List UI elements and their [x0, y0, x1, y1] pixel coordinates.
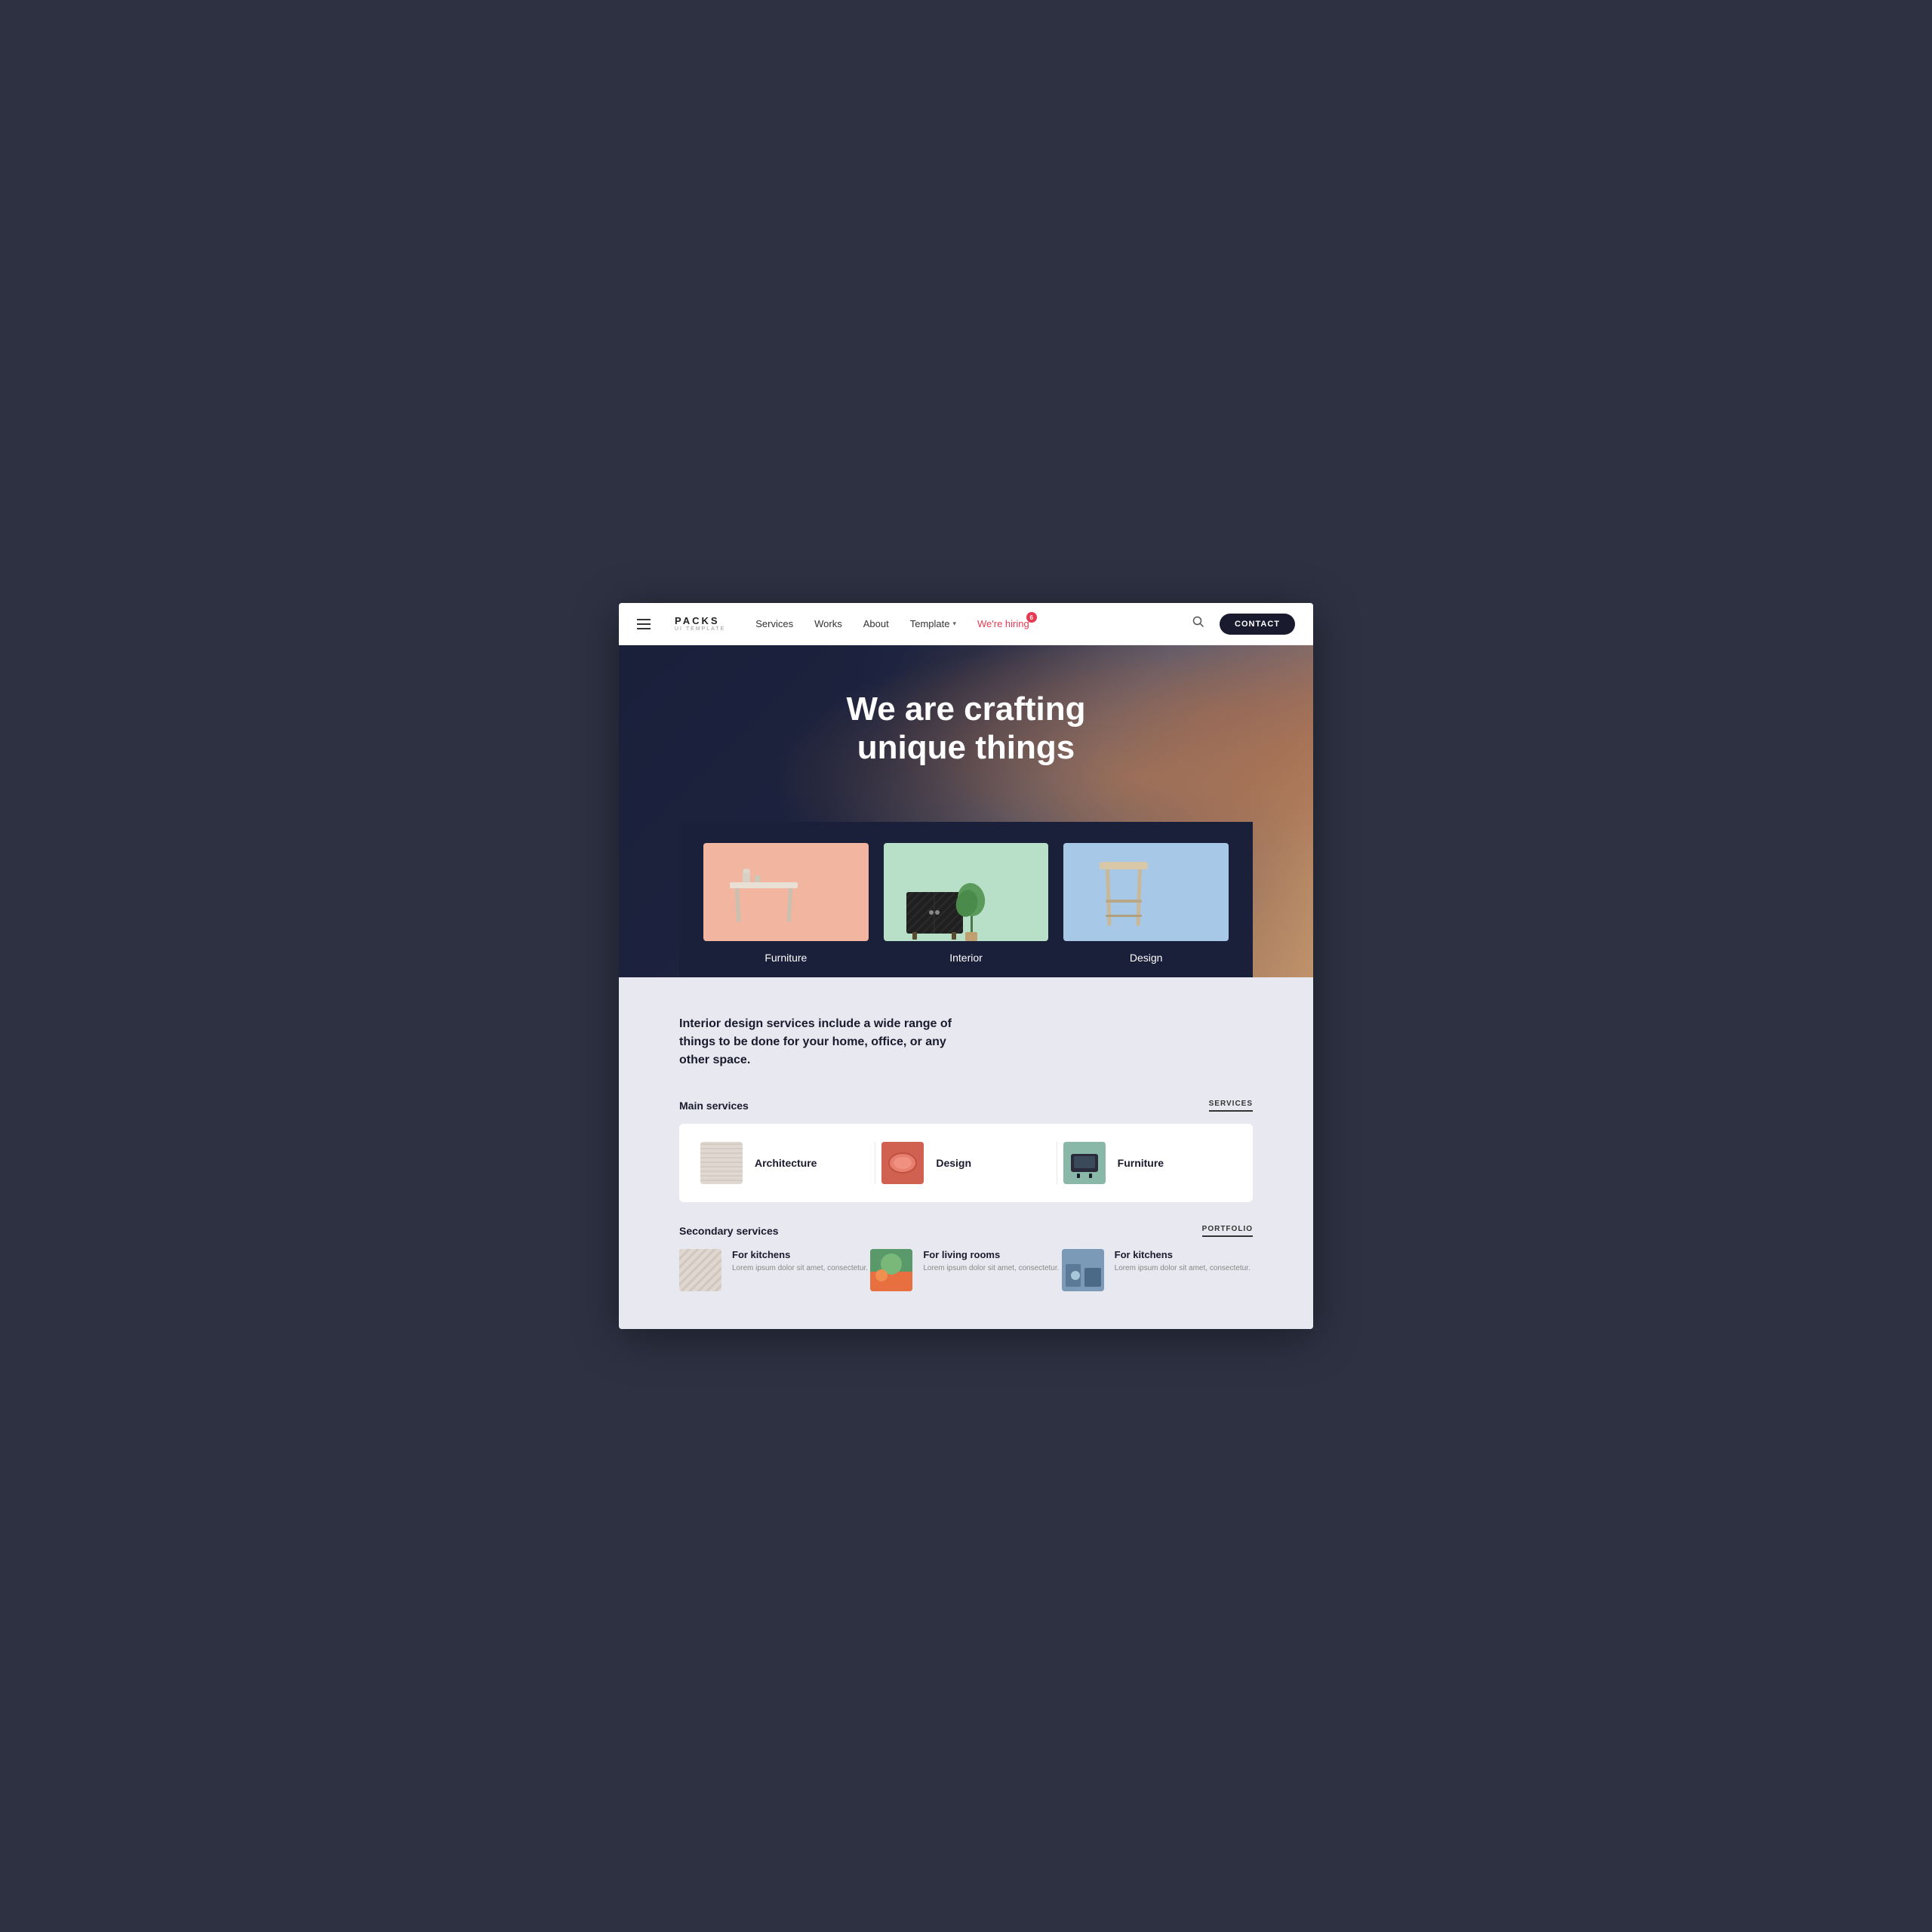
kitchen2-text: For kitchens Lorem ipsum dolor sit amet,…	[1115, 1249, 1253, 1274]
nav-template[interactable]: Template ▾	[910, 618, 956, 629]
interior-image	[884, 843, 1049, 941]
chevron-down-icon: ▾	[952, 620, 956, 628]
kitchen1-image	[679, 1249, 721, 1291]
search-icon[interactable]	[1189, 613, 1208, 635]
hero-cards-container: Furniture	[619, 822, 1313, 977]
portfolio-tag: PORTFOLIO	[1202, 1225, 1253, 1237]
architecture-image	[700, 1142, 743, 1184]
kitchen2-title: For kitchens	[1115, 1249, 1253, 1260]
hero-text-area: We are crafting unique things	[846, 645, 1085, 782]
services-card: Architecture Design	[679, 1124, 1253, 1202]
secondary-services-header: Secondary services PORTFOLIO	[679, 1225, 1253, 1237]
kitchen1-text: For kitchens Lorem ipsum dolor sit amet,…	[732, 1249, 870, 1274]
logo-subtext: UI TEMPLATE	[675, 626, 725, 632]
living-title: For living rooms	[923, 1249, 1061, 1260]
logo-text: PACKS	[675, 616, 725, 626]
page-wrapper: PACKS UI TEMPLATE Services Works About T…	[619, 603, 1313, 1329]
secondary-services-label: Secondary services	[679, 1225, 779, 1237]
hero-card-interior[interactable]: Interior	[884, 843, 1049, 977]
design-service-image	[881, 1142, 924, 1184]
nav-right: CONTACT	[1189, 613, 1295, 635]
nav-links: Services Works About Template ▾ We're hi…	[755, 618, 1165, 629]
furniture-service-image	[1063, 1142, 1106, 1184]
living-image	[870, 1249, 912, 1291]
kitchen2-desc: Lorem ipsum dolor sit amet, consectetur.	[1115, 1263, 1253, 1274]
service-design[interactable]: Design	[881, 1142, 1050, 1184]
hamburger-menu[interactable]	[637, 619, 651, 629]
furniture-service-name: Furniture	[1118, 1157, 1164, 1169]
kitchen1-title: For kitchens	[732, 1249, 870, 1260]
architecture-name: Architecture	[755, 1157, 817, 1169]
services-description: Interior design services include a wide …	[679, 1015, 966, 1069]
hero-section: We are crafting unique things	[619, 645, 1313, 977]
hero-card-design[interactable]: Design	[1063, 843, 1229, 977]
furniture-image	[703, 843, 869, 941]
main-services-label: Main services	[679, 1100, 749, 1112]
furniture-label: Furniture	[764, 941, 807, 977]
design-image	[1063, 843, 1229, 941]
nav-works[interactable]: Works	[814, 618, 842, 629]
hero-card-furniture[interactable]: Furniture	[703, 843, 869, 977]
nav-hiring[interactable]: We're hiring 6	[977, 618, 1029, 629]
service-architecture[interactable]: Architecture	[700, 1142, 869, 1184]
secondary-kitchen1[interactable]: For kitchens Lorem ipsum dolor sit amet,…	[679, 1249, 870, 1299]
hero-title: We are crafting unique things	[846, 691, 1085, 767]
living-desc: Lorem ipsum dolor sit amet, consectetur.	[923, 1263, 1061, 1274]
services-section: Interior design services include a wide …	[619, 977, 1313, 1329]
secondary-living[interactable]: For living rooms Lorem ipsum dolor sit a…	[870, 1249, 1061, 1299]
design-name: Design	[936, 1157, 971, 1169]
service-furniture[interactable]: Furniture	[1063, 1142, 1232, 1184]
interior-label: Interior	[949, 941, 983, 977]
contact-button[interactable]: CONTACT	[1220, 614, 1295, 635]
nav-services[interactable]: Services	[755, 618, 793, 629]
secondary-kitchen2[interactable]: For kitchens Lorem ipsum dolor sit amet,…	[1062, 1249, 1253, 1299]
logo: PACKS UI TEMPLATE	[675, 616, 725, 632]
secondary-items: For kitchens Lorem ipsum dolor sit amet,…	[679, 1249, 1253, 1299]
nav-about[interactable]: About	[863, 618, 889, 629]
hiring-badge: 6	[1026, 612, 1037, 623]
kitchen1-desc: Lorem ipsum dolor sit amet, consectetur.	[732, 1263, 870, 1274]
main-services-header: Main services SERVICES	[679, 1100, 1253, 1112]
living-text: For living rooms Lorem ipsum dolor sit a…	[923, 1249, 1061, 1274]
design-label: Design	[1130, 941, 1163, 977]
hero-cards-bg: Furniture	[679, 822, 1253, 977]
services-tag: SERVICES	[1209, 1100, 1253, 1112]
navbar: PACKS UI TEMPLATE Services Works About T…	[619, 603, 1313, 645]
kitchen2-image	[1062, 1249, 1104, 1291]
